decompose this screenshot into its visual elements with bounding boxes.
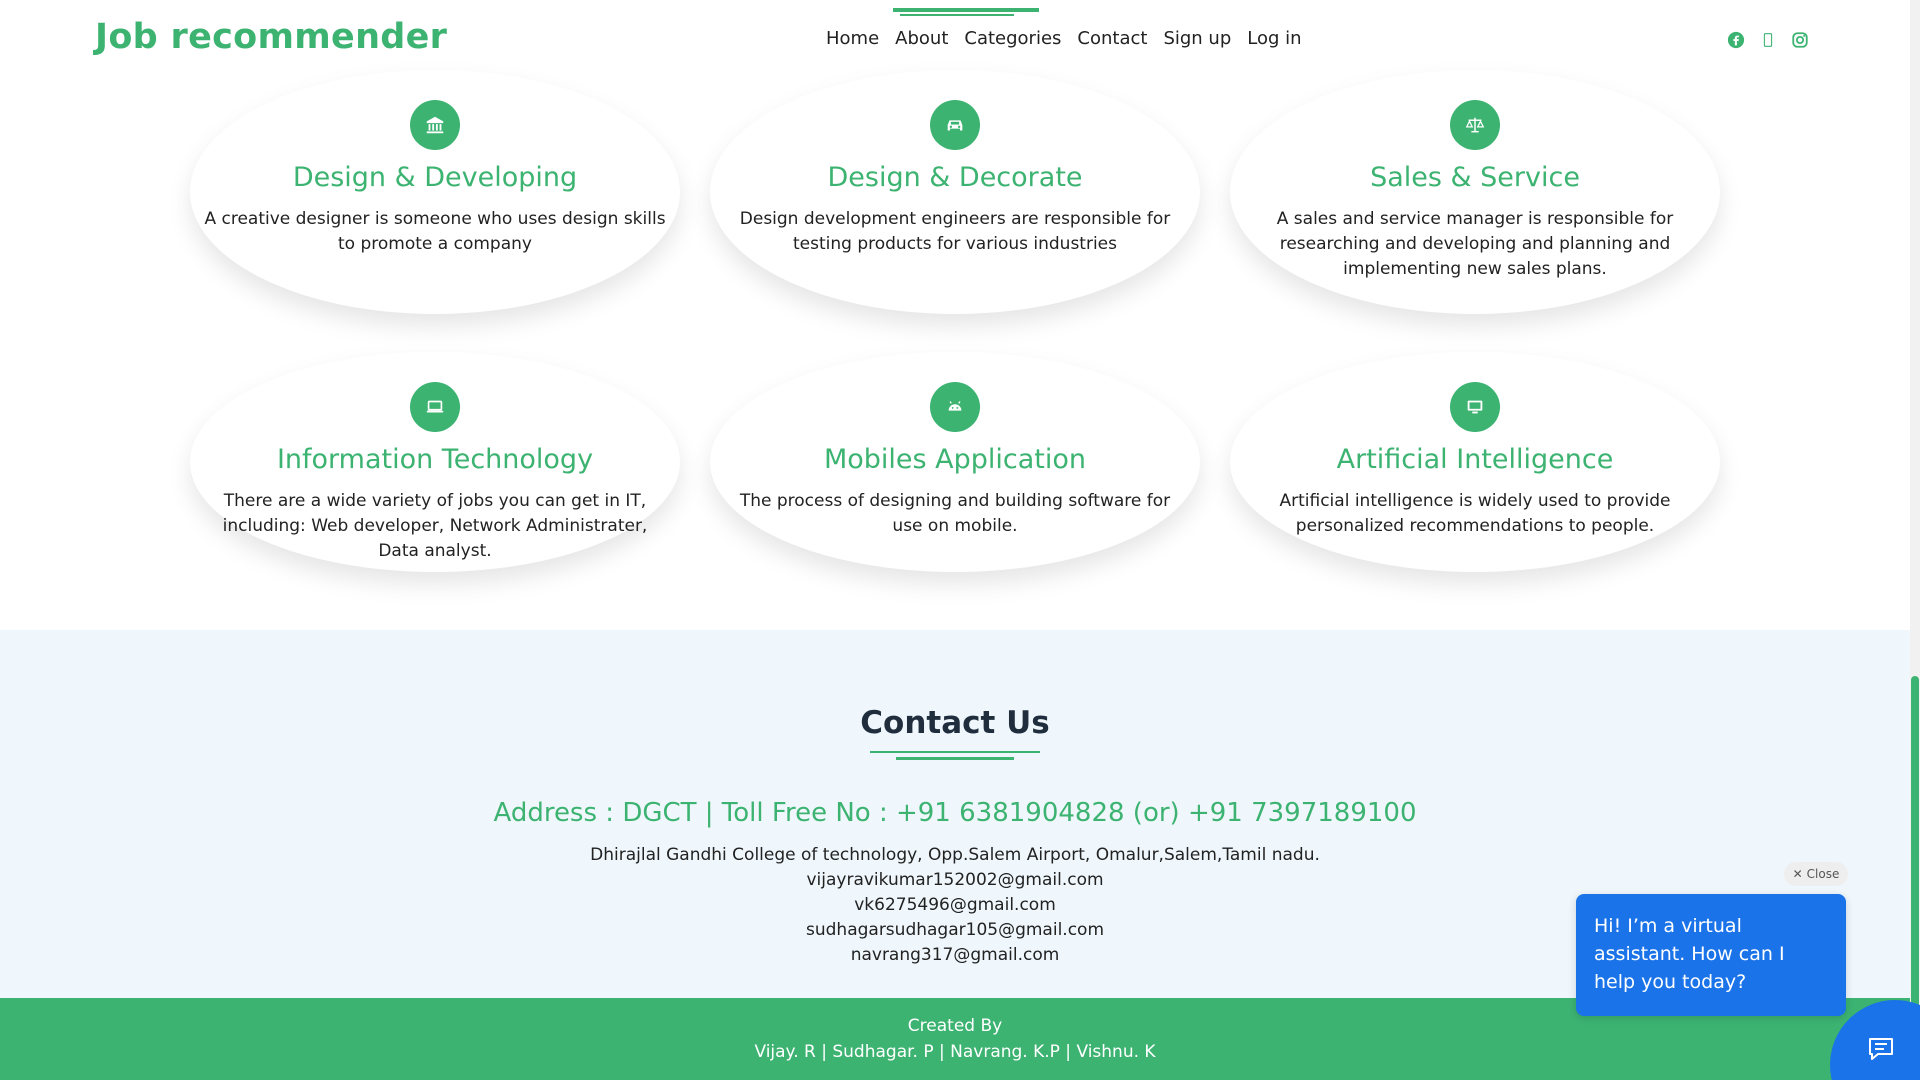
nav-login[interactable]: Log in bbox=[1247, 28, 1301, 49]
service-title: Sales & Service bbox=[1370, 162, 1580, 193]
service-card-mobiles-application[interactable]: Mobiles Application The process of desig… bbox=[710, 352, 1200, 572]
contact-heading: Contact Us bbox=[860, 705, 1050, 741]
chat-greeting-bubble[interactable]: Hi! I’m a virtual assistant. How can I h… bbox=[1576, 894, 1846, 1016]
facebook-icon[interactable] bbox=[1726, 30, 1746, 50]
brand-logo[interactable]: Job recommender bbox=[95, 17, 447, 57]
service-title: Design & Developing bbox=[292, 162, 578, 193]
service-card-artificial-intelligence[interactable]: Artificial Intelligence Artificial intel… bbox=[1230, 352, 1720, 572]
monitor-icon bbox=[1450, 382, 1500, 432]
service-description: The process of designing and building so… bbox=[739, 491, 1171, 536]
page-scrollbar[interactable] bbox=[1910, 0, 1920, 1080]
nav-signup[interactable]: Sign up bbox=[1163, 28, 1231, 49]
service-description: A sales and service manager is responsib… bbox=[1276, 209, 1674, 279]
service-card-sales-service[interactable]: Sales & Service A sales and service mana… bbox=[1230, 70, 1720, 314]
twitter-icon[interactable] bbox=[1758, 30, 1778, 50]
service-title: Design & Decorate bbox=[827, 162, 1083, 193]
heading-underline bbox=[870, 751, 1040, 753]
service-description: Design development engineers are respons… bbox=[739, 209, 1171, 254]
chat-close-label: Close bbox=[1806, 867, 1840, 881]
nav-active-indicator bbox=[893, 8, 1039, 12]
social-links bbox=[1726, 30, 1810, 50]
service-description: Artificial intelligence is widely used t… bbox=[1279, 491, 1671, 536]
service-card-information-technology[interactable]: Information Technology There are a wide … bbox=[190, 352, 680, 572]
instagram-icon[interactable] bbox=[1790, 30, 1810, 50]
service-description: There are a wide variety of jobs you can… bbox=[222, 491, 648, 561]
heading-underline-inner bbox=[896, 757, 1014, 760]
chat-icon bbox=[1869, 1038, 1893, 1060]
footer-created-by: Created By bbox=[907, 1016, 1003, 1036]
nav-about[interactable]: About bbox=[895, 28, 948, 49]
footer-authors: Vijay. R | Sudhagar. P | Navrang. K.P | … bbox=[754, 1042, 1156, 1062]
nav-active-indicator-inner bbox=[900, 14, 1014, 16]
bank-icon bbox=[410, 100, 460, 150]
service-description: A creative designer is someone who uses … bbox=[204, 209, 666, 254]
chat-close-button[interactable]: ✕ Close bbox=[1784, 862, 1848, 886]
main-nav: Home About Categories Contact Sign up Lo… bbox=[826, 28, 1318, 49]
college-address: Dhirajlal Gandhi College of technology, … bbox=[590, 845, 1320, 865]
laptop-icon bbox=[410, 382, 460, 432]
email-link[interactable]: vijayravikumar152002@gmail.com bbox=[0, 868, 1910, 893]
service-title: Mobiles Application bbox=[823, 444, 1087, 475]
contact-address: Address : DGCT | Toll Free No : +91 6381… bbox=[493, 798, 1417, 828]
android-icon bbox=[930, 382, 980, 432]
nav-contact[interactable]: Contact bbox=[1077, 28, 1147, 49]
service-card-design-developing[interactable]: Design & Developing A creative designer … bbox=[190, 70, 680, 314]
balance-scale-icon bbox=[1450, 100, 1500, 150]
service-title: Artificial Intelligence bbox=[1336, 444, 1614, 475]
close-icon: ✕ bbox=[1792, 867, 1803, 881]
car-icon bbox=[930, 100, 980, 150]
nav-categories[interactable]: Categories bbox=[964, 28, 1061, 49]
service-card-design-decorate[interactable]: Design & Decorate Design development eng… bbox=[710, 70, 1200, 314]
site-header: Job recommender Home About Categories Co… bbox=[0, 0, 1910, 80]
service-title: Information Technology bbox=[276, 444, 594, 475]
nav-home[interactable]: Home bbox=[826, 28, 879, 49]
